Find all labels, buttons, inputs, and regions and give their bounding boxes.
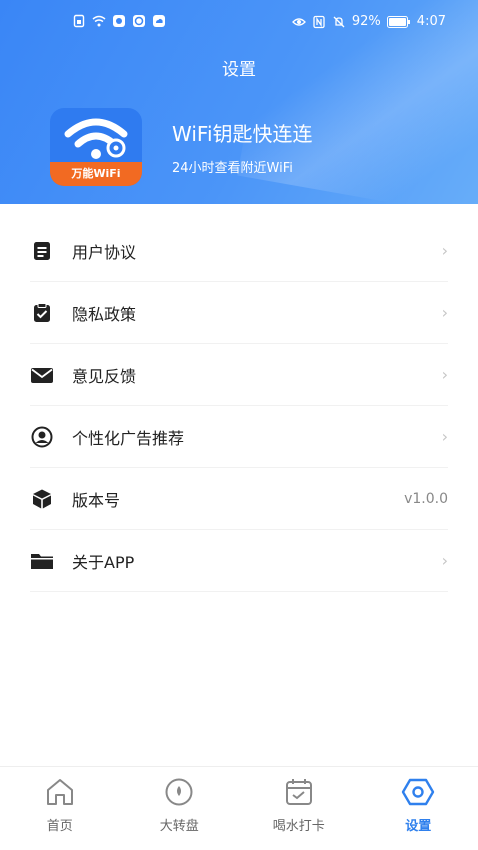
app-logo-text: 万能WiFi (50, 162, 142, 186)
battery-icon (386, 15, 410, 28)
tab-label: 设置 (405, 819, 432, 834)
app-name: WiFi钥匙快连连 (172, 122, 313, 146)
status-bar-left-icons (72, 14, 166, 28)
status-bar: 92% 4:07 (0, 10, 478, 36)
nfc-icon (313, 15, 325, 28)
menu-item-label: 意见反馈 (72, 366, 137, 386)
battery-percent: 92% (351, 14, 381, 29)
settings-hexagon-icon (402, 778, 435, 806)
mute-icon (333, 16, 345, 27)
status-time: 4:07 (416, 14, 446, 29)
document-icon (30, 239, 54, 263)
tab-label: 大转盘 (159, 819, 199, 834)
chevron-right-icon: › (441, 303, 448, 322)
bottom-tab-bar: 首页 大转盘 喝水打卡 设置 (0, 766, 478, 850)
menu-item-version: 版本号 v1.0.0 (30, 468, 448, 530)
menu-item-label: 版本号 (72, 490, 121, 510)
menu-item-label: 关于APP (72, 552, 135, 572)
tab-label: 喝水打卡 (272, 819, 325, 834)
sim-icon (73, 14, 85, 28)
tab-settings[interactable]: 设置 (359, 767, 478, 850)
tab-label: 首页 (46, 819, 73, 834)
menu-item-user-agreement[interactable]: 用户协议 › (30, 220, 448, 282)
menu-item-about-app[interactable]: 关于APP › (30, 530, 448, 592)
chevron-right-icon: › (441, 241, 448, 260)
cube-icon (30, 487, 54, 511)
header: 92% 4:07 设置 万能WiFi WiFi钥匙快连连 24小时查看附近WiF… (0, 0, 478, 204)
cloud-icon (153, 15, 165, 27)
app-logo: 万能WiFi (50, 108, 142, 186)
chevron-right-icon: › (441, 551, 448, 570)
calendar-icon (285, 779, 312, 805)
menu-item-feedback[interactable]: 意见反馈 › (30, 344, 448, 406)
tab-home[interactable]: 首页 (0, 767, 120, 850)
menu-item-label: 隐私政策 (72, 304, 137, 324)
wheel-icon (165, 778, 193, 806)
chevron-right-icon: › (441, 427, 448, 446)
app-subtitle: 24小时查看附近WiFi (172, 161, 293, 176)
envelope-icon (30, 363, 54, 387)
tab-water-checkin[interactable]: 喝水打卡 (239, 767, 359, 850)
home-icon (46, 779, 73, 805)
chevron-right-icon: › (441, 365, 448, 384)
clipboard-check-icon (30, 301, 54, 325)
menu-item-label: 个性化广告推荐 (72, 428, 185, 448)
settings-menu: 用户协议 › 隐私政策 › 意见反馈 › 个性化广告推荐 › 版本号 v1.0.… (30, 220, 448, 592)
user-circle-icon (30, 425, 54, 449)
menu-item-personalized-ads[interactable]: 个性化广告推荐 › (30, 406, 448, 468)
wifi-status-icon (92, 15, 106, 27)
version-value: v1.0.0 (404, 490, 448, 507)
app-notification-icon-2 (133, 15, 145, 27)
eye-icon (291, 17, 306, 26)
menu-item-privacy-policy[interactable]: 隐私政策 › (30, 282, 448, 344)
page-title: 设置 (222, 60, 256, 80)
menu-item-label: 用户协议 (72, 242, 137, 262)
tab-wheel[interactable]: 大转盘 (120, 767, 240, 850)
status-bar-right-icons: 92% 4:07 (291, 14, 446, 29)
folder-icon (30, 549, 54, 573)
app-notification-icon (113, 15, 125, 27)
wifi-key-logo-icon (64, 118, 128, 159)
